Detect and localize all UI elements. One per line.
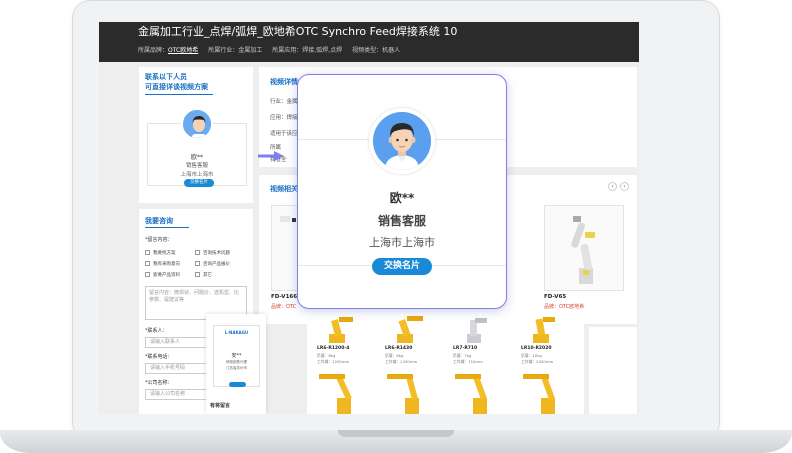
contact-heading-line2: 可直接详谈视频方案 bbox=[145, 83, 208, 91]
robot-item-3[interactable]: LR10-R2020 负载：10kg 工作域：2020mm bbox=[515, 314, 577, 364]
secondary-location: 江苏省苏州市 bbox=[226, 366, 247, 370]
option-checkbox-3[interactable] bbox=[195, 261, 200, 266]
robot-reach-2: 工作域：710mm bbox=[453, 359, 483, 364]
avatar-icon bbox=[183, 110, 211, 138]
video-title-1[interactable]: FD-V65 bbox=[544, 294, 566, 300]
heading-underline bbox=[145, 94, 213, 95]
avatar bbox=[181, 108, 213, 140]
contact-heading: 联系以下人员 可直接详谈视频方案 bbox=[145, 72, 208, 92]
video-brand-1: 品牌：OTC欧地希 bbox=[544, 304, 585, 310]
business-card-popup: 欧** 销售客服 上海市上海市 交换名片 bbox=[297, 74, 507, 309]
option-checkbox-0[interactable] bbox=[145, 250, 150, 255]
contact-label: *联系人： bbox=[145, 328, 168, 334]
robot-arm-icon bbox=[523, 374, 555, 414]
robot-arm-icon bbox=[571, 216, 595, 284]
detail-row-suitable: 适用于该应 bbox=[270, 131, 298, 137]
brand-crumb: 所属品牌：OTC欧地希 bbox=[138, 45, 198, 54]
option-checkbox-2[interactable] bbox=[145, 261, 150, 266]
company-logo: L-NAKAGU bbox=[224, 330, 249, 335]
prev-arrow-icon[interactable]: ‹ bbox=[608, 182, 617, 191]
option-checkbox-5[interactable] bbox=[195, 272, 200, 277]
robot-reach-3: 工作域：2020mm bbox=[521, 359, 554, 364]
secondary-contact-card: L-NAKAGU 安** 网络销售代理 江苏省苏州市 有将留言 bbox=[206, 314, 266, 414]
detail-row-industry: 行业：金属 bbox=[270, 99, 298, 105]
option-label-3: 咨询产品报价 bbox=[203, 262, 230, 267]
application-crumb: 所属应用：焊接,弧焊,点焊 bbox=[272, 47, 343, 54]
robot-arm-icon bbox=[455, 374, 487, 414]
contact-panel: 联系以下人员 可直接详谈视频方案 欧** 销售客服 上海市上海市 交换名片 bbox=[139, 67, 253, 203]
stage: 金属加工行业_点焊/弧焊_欧地希OTC Synchro Feed焊接系统 10 … bbox=[0, 0, 792, 453]
contact-heading-line1: 联系以下人员 bbox=[145, 73, 187, 81]
popup-role: 销售客服 bbox=[377, 214, 426, 228]
robot-name-1: LR6-R1430 bbox=[385, 346, 413, 351]
option-label-4: 索要产品资料 bbox=[153, 273, 180, 278]
video-thumb-1[interactable] bbox=[544, 205, 624, 291]
contact-location: 上海市上海市 bbox=[180, 172, 214, 178]
brand-link[interactable]: OTC欧地希 bbox=[168, 47, 198, 54]
detail-row-application: 应用：焊接 bbox=[270, 115, 298, 121]
consult-underline bbox=[145, 227, 189, 228]
need-label: *留言内容： bbox=[145, 237, 173, 243]
contact-role: 销售客服 bbox=[185, 163, 208, 169]
secondary-role: 网络销售代理 bbox=[226, 360, 247, 364]
secondary-exchange-button[interactable] bbox=[229, 382, 246, 387]
video-brand-0: 品牌：OTC bbox=[271, 304, 297, 310]
robot-arm-icon bbox=[329, 317, 353, 343]
robot-name-2: LR7-R710 bbox=[453, 346, 478, 351]
robot-arm-icon bbox=[387, 374, 419, 414]
brand-label: 所属品牌： bbox=[138, 47, 169, 54]
popup-location: 上海市上海市 bbox=[369, 236, 435, 249]
laptop-notch bbox=[338, 430, 454, 437]
popup-avatar bbox=[369, 108, 435, 174]
robot-arm-icon bbox=[467, 318, 487, 343]
robot-arm-icon bbox=[397, 316, 423, 343]
option-label-1: 咨询技术问题 bbox=[203, 251, 230, 256]
video-type-crumb: 视频类型：机器人 bbox=[352, 47, 401, 54]
robot-product-grid: LR6-R1200-4 负载：6kg 工作域：1200mm LR6-R1430 … bbox=[307, 314, 584, 414]
option-checkbox-4[interactable] bbox=[145, 272, 150, 277]
robot-row-2 bbox=[319, 374, 555, 414]
consult-heading: 我要咨询 bbox=[145, 217, 173, 225]
page-title: 金属加工行业_点焊/弧焊_欧地希OTC Synchro Feed焊接系统 10 bbox=[138, 25, 458, 38]
robot-item-0[interactable]: LR6-R1200-4 负载：6kg 工作域：1200mm bbox=[311, 314, 373, 364]
robot-name-3: LR10-R2020 bbox=[521, 346, 552, 351]
company-label: *公司名称： bbox=[145, 380, 173, 386]
side-strip bbox=[589, 327, 637, 414]
video-heading: 视频相关 bbox=[270, 185, 298, 193]
secondary-name: 安** bbox=[231, 353, 242, 359]
option-checkbox-1[interactable] bbox=[195, 250, 200, 255]
robot-reach-0: 工作域：1200mm bbox=[317, 359, 350, 364]
industry-crumb: 所属行业：金属加工 bbox=[208, 47, 263, 54]
robot-item-2[interactable]: LR7-R710 负载：7kg 工作域：710mm bbox=[447, 314, 509, 364]
option-label-5: 其它 bbox=[203, 273, 212, 278]
exchange-card-button[interactable]: 交换名片 bbox=[184, 179, 214, 187]
pointer-arrow-icon bbox=[258, 151, 284, 161]
robot-name-0: LR6-R1200-4 bbox=[317, 346, 350, 351]
contact-name: 欧** bbox=[190, 154, 203, 161]
secondary-footer: 有将留言 bbox=[210, 403, 231, 409]
secondary-card-frame: L-NAKAGU 安** 网络销售代理 江苏省苏州市 bbox=[213, 325, 260, 387]
avatar-icon bbox=[373, 112, 431, 170]
next-arrow-icon[interactable]: › bbox=[620, 182, 629, 191]
popup-exchange-card-button[interactable]: 交换名片 bbox=[372, 258, 432, 275]
popup-name: 欧** bbox=[389, 191, 415, 205]
robot-reach-1: 工作域：1430mm bbox=[385, 359, 418, 364]
phone-label: *联系电话： bbox=[145, 354, 173, 360]
option-label-0: 我要找方案 bbox=[153, 251, 176, 256]
option-label-2: 我有采购意向 bbox=[153, 262, 180, 267]
site-header: 金属加工行业_点焊/弧焊_欧地希OTC Synchro Feed焊接系统 10 … bbox=[99, 22, 639, 62]
robot-arm-icon bbox=[533, 317, 555, 343]
popup-avatar-inner bbox=[373, 112, 431, 170]
contact-card: 欧** 销售客服 上海市上海市 交换名片 bbox=[147, 108, 247, 187]
detail-row-belong: 所属 bbox=[270, 145, 282, 151]
detail-heading: 视频详情 bbox=[270, 78, 298, 86]
breadcrumb: 所属品牌：OTC欧地希 所属行业：金属加工 所属应用：焊接,弧焊,点焊 视频类型… bbox=[138, 45, 400, 54]
video-title-0[interactable]: FD-V166 bbox=[271, 294, 297, 300]
robot-arm-icon bbox=[319, 374, 352, 414]
robot-item-1[interactable]: LR6-R1430 负载：6kg 工作域：1430mm bbox=[379, 314, 441, 364]
